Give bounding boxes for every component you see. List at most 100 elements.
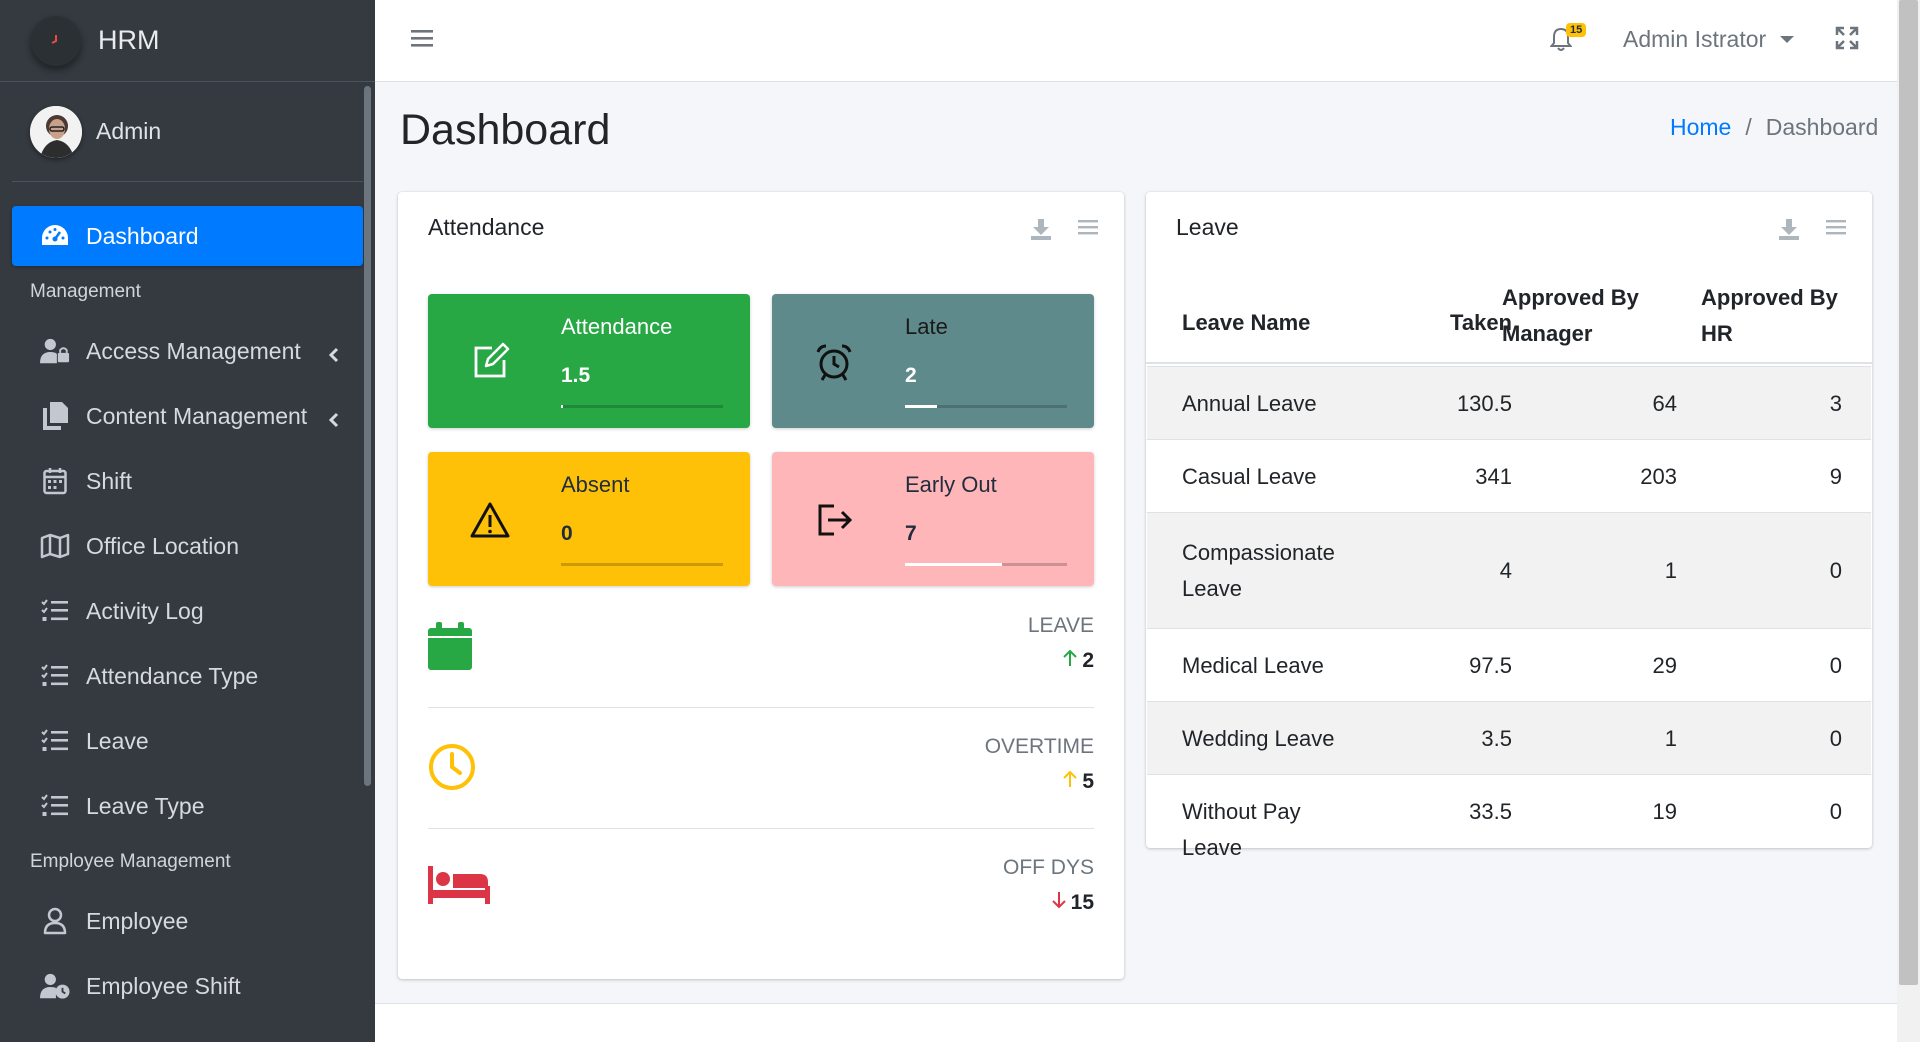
sidebar-nav: Dashboard Management Access Management C… bbox=[0, 182, 375, 1016]
stat-label: LEAVE bbox=[1027, 614, 1094, 637]
page-scrollbar-thumb[interactable] bbox=[1899, 0, 1918, 985]
sidebar-item-label: Access Management bbox=[86, 337, 301, 364]
sidebar-item-office-location[interactable]: Office Location bbox=[12, 516, 363, 576]
taken-cell: 130.5 bbox=[1456, 390, 1512, 416]
info-box-value: 1.5 bbox=[561, 364, 591, 387]
list-icon bbox=[40, 596, 70, 626]
table-row: Annual Leave 130.5 64 3 bbox=[1147, 366, 1871, 439]
sidebar-item-attendance-type[interactable]: Attendance Type bbox=[12, 646, 363, 706]
off-days-stat-row: OFF DYS 15 bbox=[428, 842, 1094, 963]
sidebar-item-employee-shift[interactable]: Employee Shift bbox=[12, 956, 363, 1016]
info-box-label: Early Out bbox=[905, 472, 997, 497]
avatar bbox=[30, 105, 82, 158]
approved-by-manager-cell: 1 bbox=[1664, 725, 1677, 751]
breadcrumb-home-link[interactable]: Home bbox=[1670, 114, 1731, 141]
nav-header-management: Management bbox=[30, 281, 141, 302]
approved-by-hr-cell: 0 bbox=[1829, 558, 1842, 583]
stat-value-text: 2 bbox=[1082, 649, 1094, 672]
caret-down-icon bbox=[1780, 36, 1795, 43]
menu-icon[interactable] bbox=[1078, 218, 1098, 246]
download-icon[interactable] bbox=[1778, 218, 1800, 246]
copy-icon bbox=[40, 401, 70, 431]
info-box-progress-fill bbox=[561, 405, 563, 408]
leave-card: Leave Leave Name Taken Approved By Manag… bbox=[1146, 192, 1872, 860]
column-header-approved-by-manager[interactable]: Approved By Manager bbox=[1502, 280, 1652, 352]
breadcrumb-separator: / bbox=[1745, 114, 1752, 140]
user-name: Admin bbox=[96, 118, 162, 144]
map-icon bbox=[40, 531, 70, 561]
sidebar-item-label: Leave Type bbox=[86, 792, 205, 819]
column-header-leave-name[interactable]: Leave Name bbox=[1182, 310, 1310, 336]
sidebar-item-shift[interactable]: Shift bbox=[12, 451, 363, 511]
approved-by-manager-cell: 203 bbox=[1640, 463, 1677, 489]
sidebar-item-content-management[interactable]: Content Management bbox=[12, 386, 363, 446]
divider bbox=[428, 828, 1094, 829]
attendance-info-box[interactable]: Attendance 1.5 bbox=[428, 294, 750, 428]
arrow-up-icon bbox=[1062, 649, 1078, 673]
sidebar-item-activity-log[interactable]: Activity Log bbox=[12, 581, 363, 641]
warning-icon bbox=[470, 500, 510, 540]
sidebar-item-leave[interactable]: Leave bbox=[12, 711, 363, 771]
breadcrumb: Home / Dashboard bbox=[1670, 114, 1878, 141]
info-box-progress bbox=[905, 405, 1067, 408]
leave-name-cell: Annual Leave bbox=[1182, 390, 1317, 416]
approved-by-hr-cell: 9 bbox=[1829, 463, 1842, 489]
divider bbox=[428, 707, 1094, 708]
column-header-approved-by-hr[interactable]: Approved By HR bbox=[1701, 280, 1851, 352]
leave-name-cell: Compassionate Leave bbox=[1182, 540, 1335, 601]
user-menu-dropdown[interactable]: Admin Istrator bbox=[1623, 26, 1795, 53]
approved-by-manager-cell: 1 bbox=[1664, 558, 1677, 583]
leave-name-cell: Without Pay Leave bbox=[1182, 798, 1301, 860]
approved-by-manager-cell: 64 bbox=[1652, 390, 1677, 416]
approved-by-manager-cell: 19 bbox=[1652, 798, 1677, 824]
stat-value-text: 5 bbox=[1082, 770, 1094, 793]
arrow-down-icon bbox=[1051, 891, 1067, 915]
approved-by-hr-cell: 0 bbox=[1829, 798, 1842, 824]
brand[interactable]: HRM bbox=[0, 0, 375, 82]
approved-by-manager-cell: 29 bbox=[1652, 652, 1677, 678]
download-icon[interactable] bbox=[1030, 218, 1052, 246]
sidebar-item-label: Employee bbox=[86, 907, 189, 934]
sidebar-item-dashboard[interactable]: Dashboard bbox=[12, 206, 363, 266]
info-box-value: 0 bbox=[561, 522, 573, 545]
late-info-box[interactable]: Late 2 bbox=[772, 294, 1094, 428]
menu-toggle-icon[interactable] bbox=[411, 28, 433, 54]
leave-table-header: Leave Name Taken Approved By Manager App… bbox=[1146, 280, 1872, 364]
sidebar-scrollbar[interactable] bbox=[364, 86, 371, 786]
calendar-icon bbox=[428, 622, 472, 676]
user-panel[interactable]: Admin bbox=[12, 82, 363, 182]
user-icon bbox=[40, 906, 70, 936]
menu-icon[interactable] bbox=[1826, 218, 1846, 246]
brand-logo bbox=[31, 15, 81, 66]
info-box-progress bbox=[905, 563, 1067, 566]
sidebar-item-leave-type[interactable]: Leave Type bbox=[12, 776, 363, 836]
footer bbox=[375, 1003, 1897, 1042]
early-out-info-box[interactable]: Early Out 7 bbox=[772, 452, 1094, 586]
approved-by-hr-cell: 3 bbox=[1829, 390, 1842, 416]
sidebar-item-access-management[interactable]: Access Management bbox=[12, 321, 363, 381]
sidebar-item-label: Activity Log bbox=[86, 597, 204, 624]
chevron-left-icon bbox=[328, 407, 339, 434]
stat-label: OVERTIME bbox=[984, 735, 1094, 758]
breadcrumb-current: Dashboard bbox=[1765, 114, 1879, 140]
stat-label: OFF DYS bbox=[1002, 856, 1094, 879]
sidebar-item-employee[interactable]: Employee bbox=[12, 891, 363, 951]
sidebar-item-label: Leave bbox=[86, 727, 149, 754]
list-icon bbox=[40, 661, 70, 691]
sign-out-icon bbox=[814, 500, 854, 540]
card-tools bbox=[1778, 218, 1846, 246]
column-header-taken[interactable]: Taken bbox=[1402, 310, 1512, 336]
approved-by-hr-cell: 0 bbox=[1829, 652, 1842, 678]
list-icon bbox=[40, 791, 70, 821]
fullscreen-icon[interactable] bbox=[1835, 26, 1859, 56]
leave-card-title: Leave bbox=[1176, 214, 1239, 240]
edit-icon bbox=[470, 342, 510, 382]
taken-cell: 97.5 bbox=[1469, 652, 1512, 678]
absent-info-box[interactable]: Absent 0 bbox=[428, 452, 750, 586]
arrow-up-icon bbox=[1062, 770, 1078, 794]
leave-name-cell: Medical Leave bbox=[1182, 652, 1324, 678]
taken-cell: 3.5 bbox=[1481, 725, 1512, 751]
chevron-left-icon bbox=[328, 342, 339, 369]
page-title: Dashboard bbox=[400, 106, 611, 154]
bed-icon bbox=[428, 864, 490, 910]
